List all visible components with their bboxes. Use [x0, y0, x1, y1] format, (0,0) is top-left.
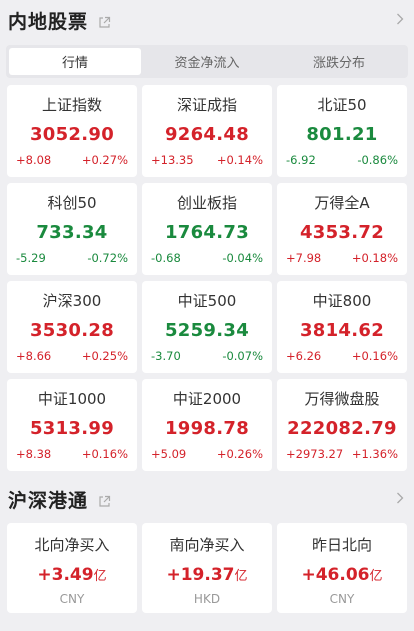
flow-value: +46.06亿	[301, 564, 382, 586]
index-price: 733.34	[36, 222, 108, 243]
tab-quotes[interactable]: 行情	[9, 48, 141, 75]
flow-name: 昨日北向	[311, 536, 372, 554]
index-name: 中证800	[312, 292, 372, 310]
index-name: 科创50	[47, 194, 97, 212]
index-price: 801.21	[306, 124, 378, 145]
index-price: 9264.48	[164, 124, 250, 145]
index-change: +13.35	[151, 153, 194, 167]
index-card[interactable]: 创业板指 1764.73 -0.68 -0.04%	[142, 183, 272, 275]
index-name: 中证2000	[172, 390, 242, 408]
index-price: 5259.34	[164, 320, 250, 341]
chevron-right-icon[interactable]	[396, 11, 404, 30]
index-change: -3.70	[151, 349, 181, 363]
index-name: 沪深300	[42, 292, 102, 310]
index-name: 万得微盘股	[304, 390, 380, 408]
net-flow-card[interactable]: 北向净买入 +3.49亿 CNY	[7, 523, 137, 613]
flow-amount: +19.37	[166, 565, 235, 585]
index-change: +7.98	[286, 251, 322, 265]
index-price: 222082.79	[287, 418, 397, 439]
flow-unit: 亿	[93, 569, 107, 584]
index-card[interactable]: 上证指数 3052.90 +8.08 +0.27%	[7, 85, 137, 177]
flow-unit: 亿	[369, 569, 383, 584]
index-name: 北证50	[317, 96, 367, 114]
share-icon[interactable]	[98, 14, 111, 28]
stock-connect-header[interactable]: 沪深港通	[0, 479, 414, 519]
index-card[interactable]: 沪深300 3530.28 +8.66 +0.25%	[7, 281, 137, 373]
index-change: +2973.27	[286, 447, 344, 461]
share-icon[interactable]	[98, 493, 111, 507]
index-change-pct: +0.14%	[216, 153, 263, 167]
index-card[interactable]: 北证50 801.21 -6.92 -0.86%	[277, 85, 407, 177]
flow-amount: +3.49	[37, 565, 94, 585]
index-change-pct: -0.04%	[222, 251, 263, 265]
index-name: 创业板指	[176, 194, 237, 212]
flow-value: +3.49亿	[37, 564, 106, 586]
index-card[interactable]: 科创50 733.34 -5.29 -0.72%	[7, 183, 137, 275]
flow-grid: 北向净买入 +3.49亿 CNY 南向净买入 +19.37亿 HKD 昨日北向 +46.06亿…	[7, 523, 407, 613]
tab-net-inflow[interactable]: 资金净流入	[141, 48, 273, 75]
flow-value: +19.37亿	[166, 564, 247, 586]
index-change-pct: +0.27%	[81, 153, 128, 167]
flow-unit: 亿	[234, 569, 248, 584]
index-change-pct: +0.16%	[81, 447, 128, 461]
index-change: +5.09	[151, 447, 187, 461]
index-price: 1998.78	[164, 418, 250, 439]
index-change-pct: +1.36%	[351, 447, 398, 461]
index-change-pct: +0.25%	[81, 349, 128, 363]
net-flow-card[interactable]: 昨日北向 +46.06亿 CNY	[277, 523, 407, 613]
index-change: +8.66	[16, 349, 52, 363]
flow-amount: +46.06	[301, 565, 370, 585]
index-card[interactable]: 中证800 3814.62 +6.26 +0.16%	[277, 281, 407, 373]
index-grid: 上证指数 3052.90 +8.08 +0.27% 深证成指 9264.48 +13.35 +…	[7, 85, 407, 471]
index-price: 3814.62	[299, 320, 385, 341]
index-name: 上证指数	[41, 96, 102, 114]
section-title: 内地股票	[8, 10, 89, 33]
index-price: 3052.90	[29, 124, 115, 145]
index-change: -6.92	[286, 153, 316, 167]
index-name: 万得全A	[314, 194, 370, 212]
net-flow-card[interactable]: 南向净买入 +19.37亿 HKD	[142, 523, 272, 613]
index-change: -0.68	[151, 251, 181, 265]
index-card[interactable]: 中证500 5259.34 -3.70 -0.07%	[142, 281, 272, 373]
index-card[interactable]: 万得微盘股 222082.79 +2973.27 +1.36%	[277, 379, 407, 471]
domestic-stocks-header[interactable]: 内地股票	[0, 0, 414, 40]
index-change: +6.26	[286, 349, 322, 363]
index-card[interactable]: 中证1000 5313.99 +8.38 +0.16%	[7, 379, 137, 471]
index-change: -5.29	[16, 251, 46, 265]
index-change-pct: +0.18%	[351, 251, 398, 265]
index-price: 4353.72	[299, 222, 385, 243]
flow-name: 南向净买入	[169, 536, 245, 554]
tab-distribution[interactable]: 涨跌分布	[273, 48, 405, 75]
index-name: 中证1000	[37, 390, 107, 408]
flow-currency: CNY	[329, 592, 355, 606]
index-change-pct: -0.86%	[357, 153, 398, 167]
flow-currency: HKD	[193, 592, 221, 606]
index-card[interactable]: 万得全A 4353.72 +7.98 +0.18%	[277, 183, 407, 275]
index-card[interactable]: 中证2000 1998.78 +5.09 +0.26%	[142, 379, 272, 471]
flow-name: 北向净买入	[34, 536, 110, 554]
index-price: 1764.73	[164, 222, 250, 243]
index-name: 深证成指	[176, 96, 237, 114]
index-card[interactable]: 深证成指 9264.48 +13.35 +0.14%	[142, 85, 272, 177]
chevron-right-icon[interactable]	[396, 490, 404, 509]
index-change-pct: +0.16%	[351, 349, 398, 363]
flow-currency: CNY	[59, 592, 85, 606]
index-price: 3530.28	[29, 320, 115, 341]
index-change: +8.08	[16, 153, 52, 167]
index-price: 5313.99	[29, 418, 115, 439]
index-change: +8.38	[16, 447, 52, 461]
index-name: 中证500	[177, 292, 237, 310]
section-title: 沪深港通	[8, 489, 89, 512]
index-change-pct: +0.26%	[216, 447, 263, 461]
index-change-pct: -0.07%	[222, 349, 263, 363]
index-change-pct: -0.72%	[87, 251, 128, 265]
market-tabs: 行情 资金净流入 涨跌分布	[6, 45, 408, 78]
